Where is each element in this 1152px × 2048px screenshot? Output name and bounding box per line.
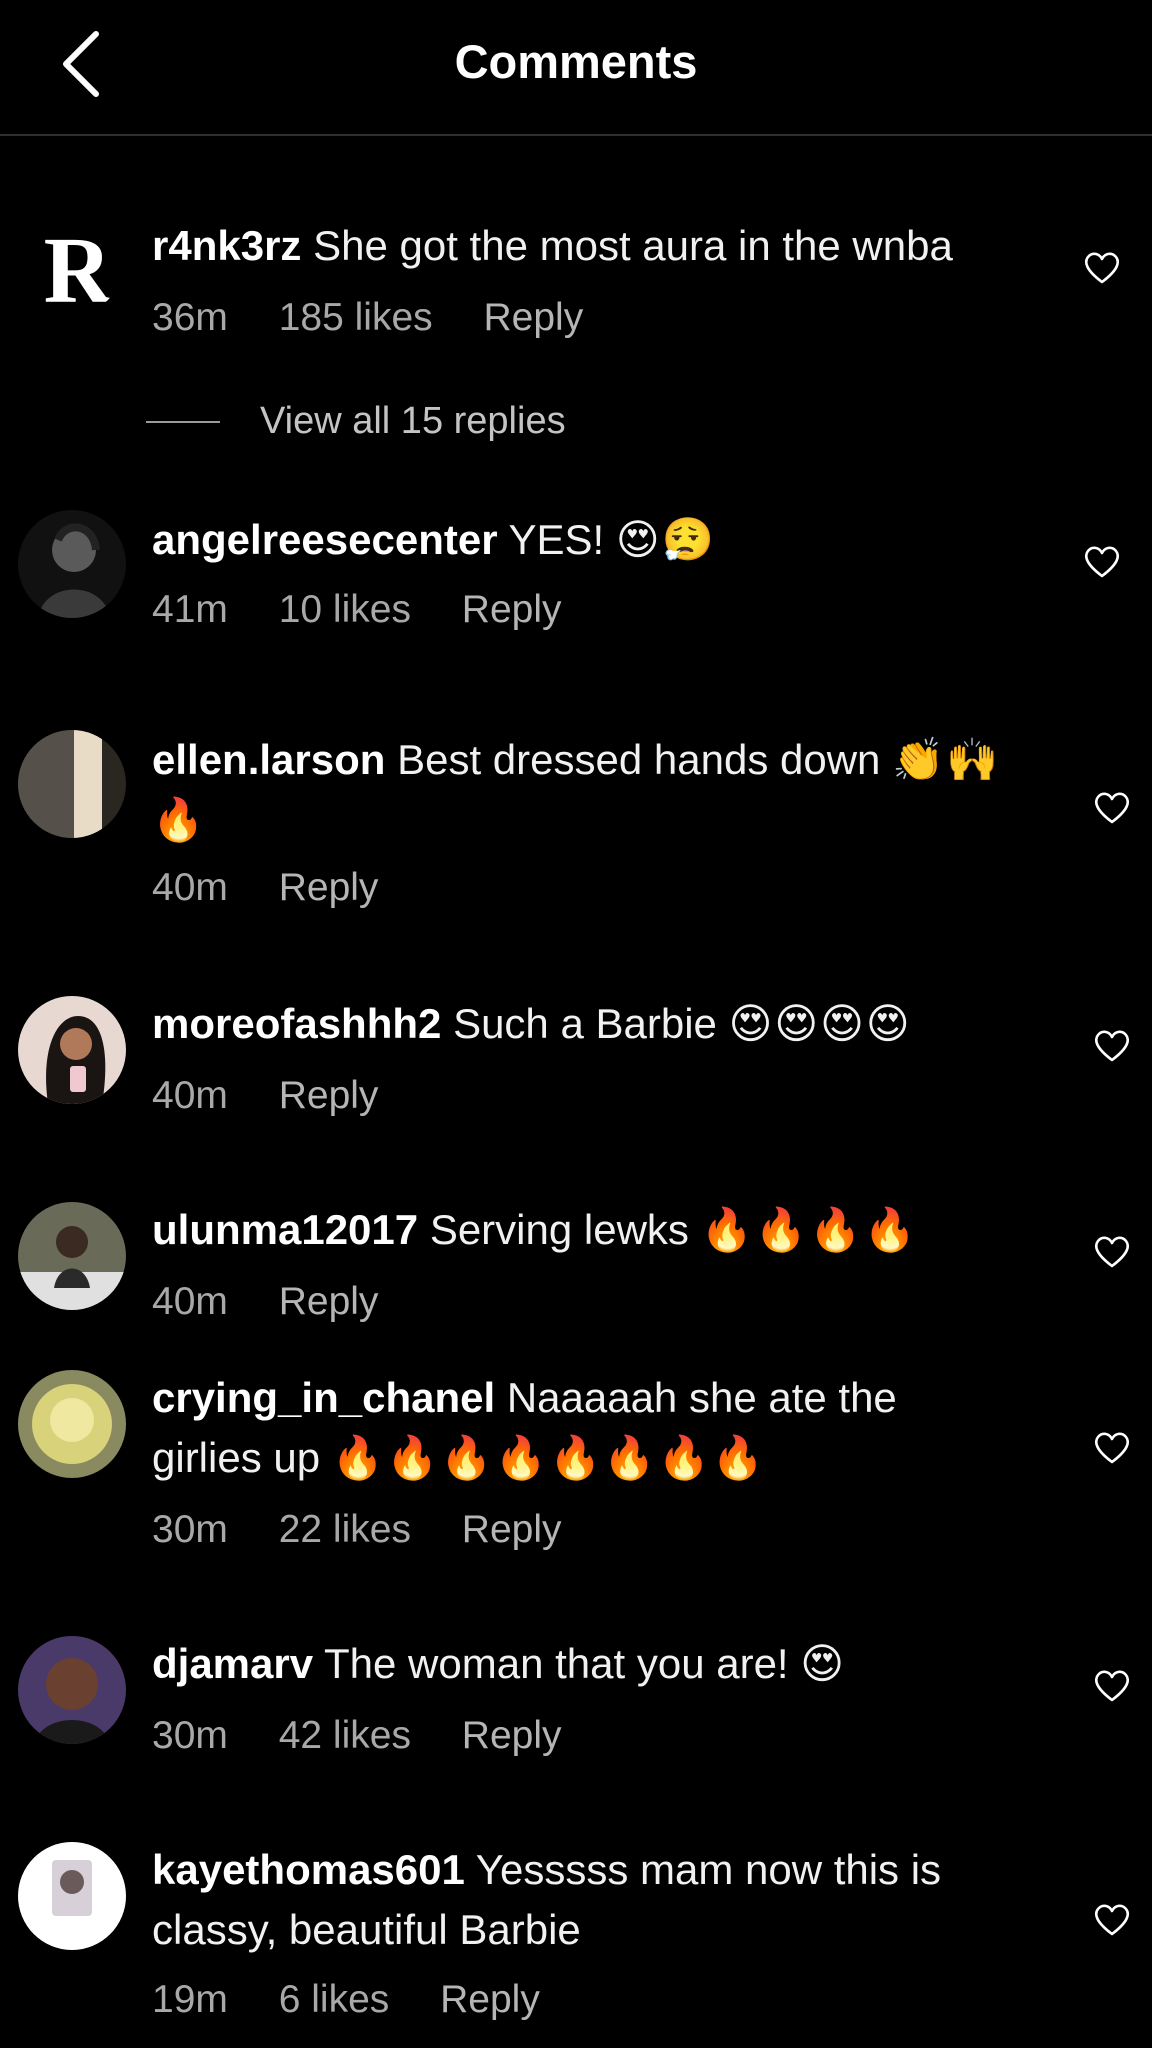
heart-icon — [1084, 252, 1120, 284]
comment-meta: 41m 10 likes Reply — [152, 588, 602, 632]
comment-emojis: 😍 — [800, 1640, 847, 1687]
heart-icon — [1094, 1904, 1130, 1936]
comment-time: 40m — [152, 866, 228, 909]
reply-button[interactable]: Reply — [462, 1508, 562, 1551]
comment-text: moreofashhh2 Such a Barbie 😍😍😍😍 — [152, 994, 1032, 1054]
heart-icon — [1094, 1030, 1130, 1062]
comment-body: YES! — [508, 516, 605, 563]
view-replies-label: View all 15 replies — [260, 400, 566, 442]
heart-icon — [1094, 1670, 1130, 1702]
like-button[interactable] — [1092, 1900, 1132, 1940]
comment-meta: 36m 185 likes Reply — [152, 296, 623, 340]
comment-time: 40m — [152, 1074, 228, 1117]
comment-time: 40m — [152, 1280, 228, 1323]
username[interactable]: ellen.larson — [152, 736, 385, 783]
comment-meta: 40m Reply — [152, 1280, 418, 1324]
reply-button[interactable]: Reply — [279, 1074, 379, 1117]
comment-text: ellen.larson Best dressed hands down 👏🙌🔥 — [152, 730, 1032, 850]
avatar[interactable] — [18, 1202, 126, 1310]
replies-divider-line — [146, 420, 220, 423]
page-title: Comments — [454, 35, 698, 88]
avatar-photo — [18, 1636, 126, 1744]
comment-meta: 40m Reply — [152, 866, 418, 910]
avatar-photo — [18, 730, 126, 838]
avatar[interactable] — [18, 730, 126, 838]
heart-icon — [1094, 1236, 1130, 1268]
comment-emojis: 😍😮‍💨 — [615, 516, 716, 563]
comment-body: Best dressed hands down — [397, 736, 881, 783]
username[interactable]: moreofashhh2 — [152, 1000, 441, 1047]
like-count[interactable]: 185 likes — [279, 296, 433, 339]
username[interactable]: crying_in_chanel — [152, 1374, 495, 1421]
like-button[interactable] — [1092, 788, 1132, 828]
heart-icon — [1094, 1432, 1130, 1464]
comment-text: djamarv The woman that you are! 😍 — [152, 1634, 1032, 1694]
like-button[interactable] — [1082, 542, 1122, 582]
username[interactable]: ulunma12017 — [152, 1206, 418, 1253]
username[interactable]: kayethomas601 — [152, 1846, 465, 1893]
username[interactable]: angelreesecenter — [152, 516, 498, 563]
comment-body: Serving lewks — [429, 1206, 689, 1253]
heart-icon — [1084, 546, 1120, 578]
like-count[interactable]: 22 likes — [279, 1508, 411, 1551]
comment-emojis: 🔥🔥🔥🔥 — [700, 1206, 918, 1253]
reply-button[interactable]: Reply — [440, 1978, 540, 2021]
svg-text:R: R — [44, 218, 114, 314]
top-bar: Comments — [0, 0, 1152, 136]
comment-time: 41m — [152, 588, 228, 631]
view-replies-button[interactable]: View all 15 replies — [146, 400, 566, 443]
like-count[interactable]: 42 likes — [279, 1714, 411, 1757]
reply-button[interactable]: Reply — [462, 588, 562, 631]
comment-body: The woman that you are! — [324, 1640, 789, 1687]
r-logo-avatar: R — [26, 218, 122, 314]
reply-button[interactable]: Reply — [279, 866, 379, 909]
comment-text: kayethomas601 Yesssss mam now this is cl… — [152, 1840, 1032, 1960]
reply-button[interactable]: Reply — [484, 296, 584, 339]
comment-meta: 30m 22 likes Reply — [152, 1508, 602, 1552]
like-button[interactable] — [1092, 1666, 1132, 1706]
like-count[interactable]: 6 likes — [279, 1978, 390, 2021]
avatar-photo — [18, 1202, 126, 1310]
reply-button[interactable]: Reply — [462, 1714, 562, 1757]
comment-time: 36m — [152, 296, 228, 339]
comment-text: angelreesecenter YES! 😍😮‍💨 — [152, 510, 1032, 570]
like-button[interactable] — [1092, 1026, 1132, 1066]
avatar[interactable] — [18, 1370, 126, 1478]
reply-button[interactable]: Reply — [279, 1280, 379, 1323]
comment-meta: 40m Reply — [152, 1074, 418, 1118]
comment-text: ulunma12017 Serving lewks 🔥🔥🔥🔥 — [152, 1200, 1032, 1260]
heart-icon — [1094, 792, 1130, 824]
avatar-photo — [18, 1842, 126, 1950]
avatar[interactable] — [18, 1636, 126, 1744]
avatar-photo — [18, 510, 126, 618]
username[interactable]: djamarv — [152, 1640, 313, 1687]
comment-meta: 30m 42 likes Reply — [152, 1714, 602, 1758]
avatar[interactable]: R — [26, 218, 122, 314]
comment-emojis: 🔥🔥🔥🔥🔥🔥🔥🔥 — [331, 1434, 767, 1481]
like-button[interactable] — [1092, 1232, 1132, 1272]
comment-time: 30m — [152, 1508, 228, 1551]
like-button[interactable] — [1092, 1428, 1132, 1468]
comment-text: crying_in_chanel Naaaaah she ate the gir… — [152, 1368, 982, 1488]
avatar-photo — [18, 996, 126, 1104]
avatar-photo — [18, 1370, 126, 1478]
comment-time: 30m — [152, 1714, 228, 1757]
comment-text: r4nk3rz She got the most aura in the wnb… — [152, 216, 1032, 276]
like-count[interactable]: 10 likes — [279, 588, 411, 631]
avatar[interactable] — [18, 1842, 126, 1950]
comment-time: 19m — [152, 1978, 228, 2021]
avatar[interactable] — [18, 996, 126, 1104]
comment-body: Such a Barbie — [453, 1000, 717, 1047]
avatar[interactable] — [18, 510, 126, 618]
comment-meta: 19m 6 likes Reply — [152, 1978, 580, 2022]
comment-emojis: 😍😍😍😍 — [728, 1000, 912, 1047]
username[interactable]: r4nk3rz — [152, 222, 301, 269]
like-button[interactable] — [1082, 248, 1122, 288]
comment-body: She got the most aura in the wnba — [313, 222, 953, 269]
